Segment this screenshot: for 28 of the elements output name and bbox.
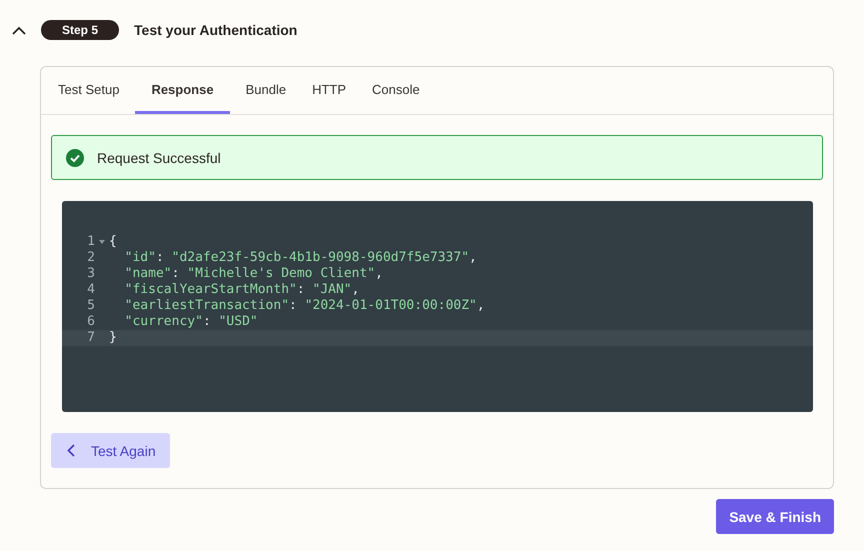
chevron-left-icon <box>67 444 75 457</box>
code-line: { <box>109 234 117 250</box>
code-line: } <box>109 330 117 346</box>
code-line: "id": "d2afe23f-59cb-4b1b-9098-960d7f5e7337", <box>124 250 477 266</box>
fold-caret-icon[interactable] <box>99 240 105 244</box>
line-number: 3 <box>86 266 95 282</box>
line-number: 1 <box>86 234 95 250</box>
check-circle-icon <box>66 148 84 166</box>
test-again-button[interactable]: Test Again <box>51 433 170 468</box>
code-line: "fiscalYearStartMonth": "JAN", <box>124 282 360 298</box>
line-number: 2 <box>86 250 95 266</box>
save-finish-button[interactable]: Save & Finish <box>716 499 834 534</box>
line-number: 6 <box>86 314 95 330</box>
step-title: Test your Authentication <box>134 22 298 38</box>
tab[interactable]: Test Setup <box>48 67 130 114</box>
collapse-chevron-icon[interactable] <box>12 26 26 34</box>
alert-message: Request Successful <box>97 150 221 166</box>
tab[interactable]: Response <box>135 67 230 114</box>
code-line: "currency": "USD" <box>124 314 258 330</box>
step-badge: Step 5 <box>41 20 120 40</box>
tab[interactable]: Console <box>362 67 430 114</box>
line-number: 5 <box>86 298 95 314</box>
line-number: 4 <box>86 282 95 298</box>
tab[interactable]: Bundle <box>236 67 296 114</box>
code-line: "name": "Michelle's Demo Client", <box>124 266 383 282</box>
code-line: "earliestTransaction": "2024-01-01T00:00:00Z", <box>124 298 485 314</box>
line-number: 7 <box>86 330 95 346</box>
tab[interactable]: HTTP <box>302 67 356 114</box>
